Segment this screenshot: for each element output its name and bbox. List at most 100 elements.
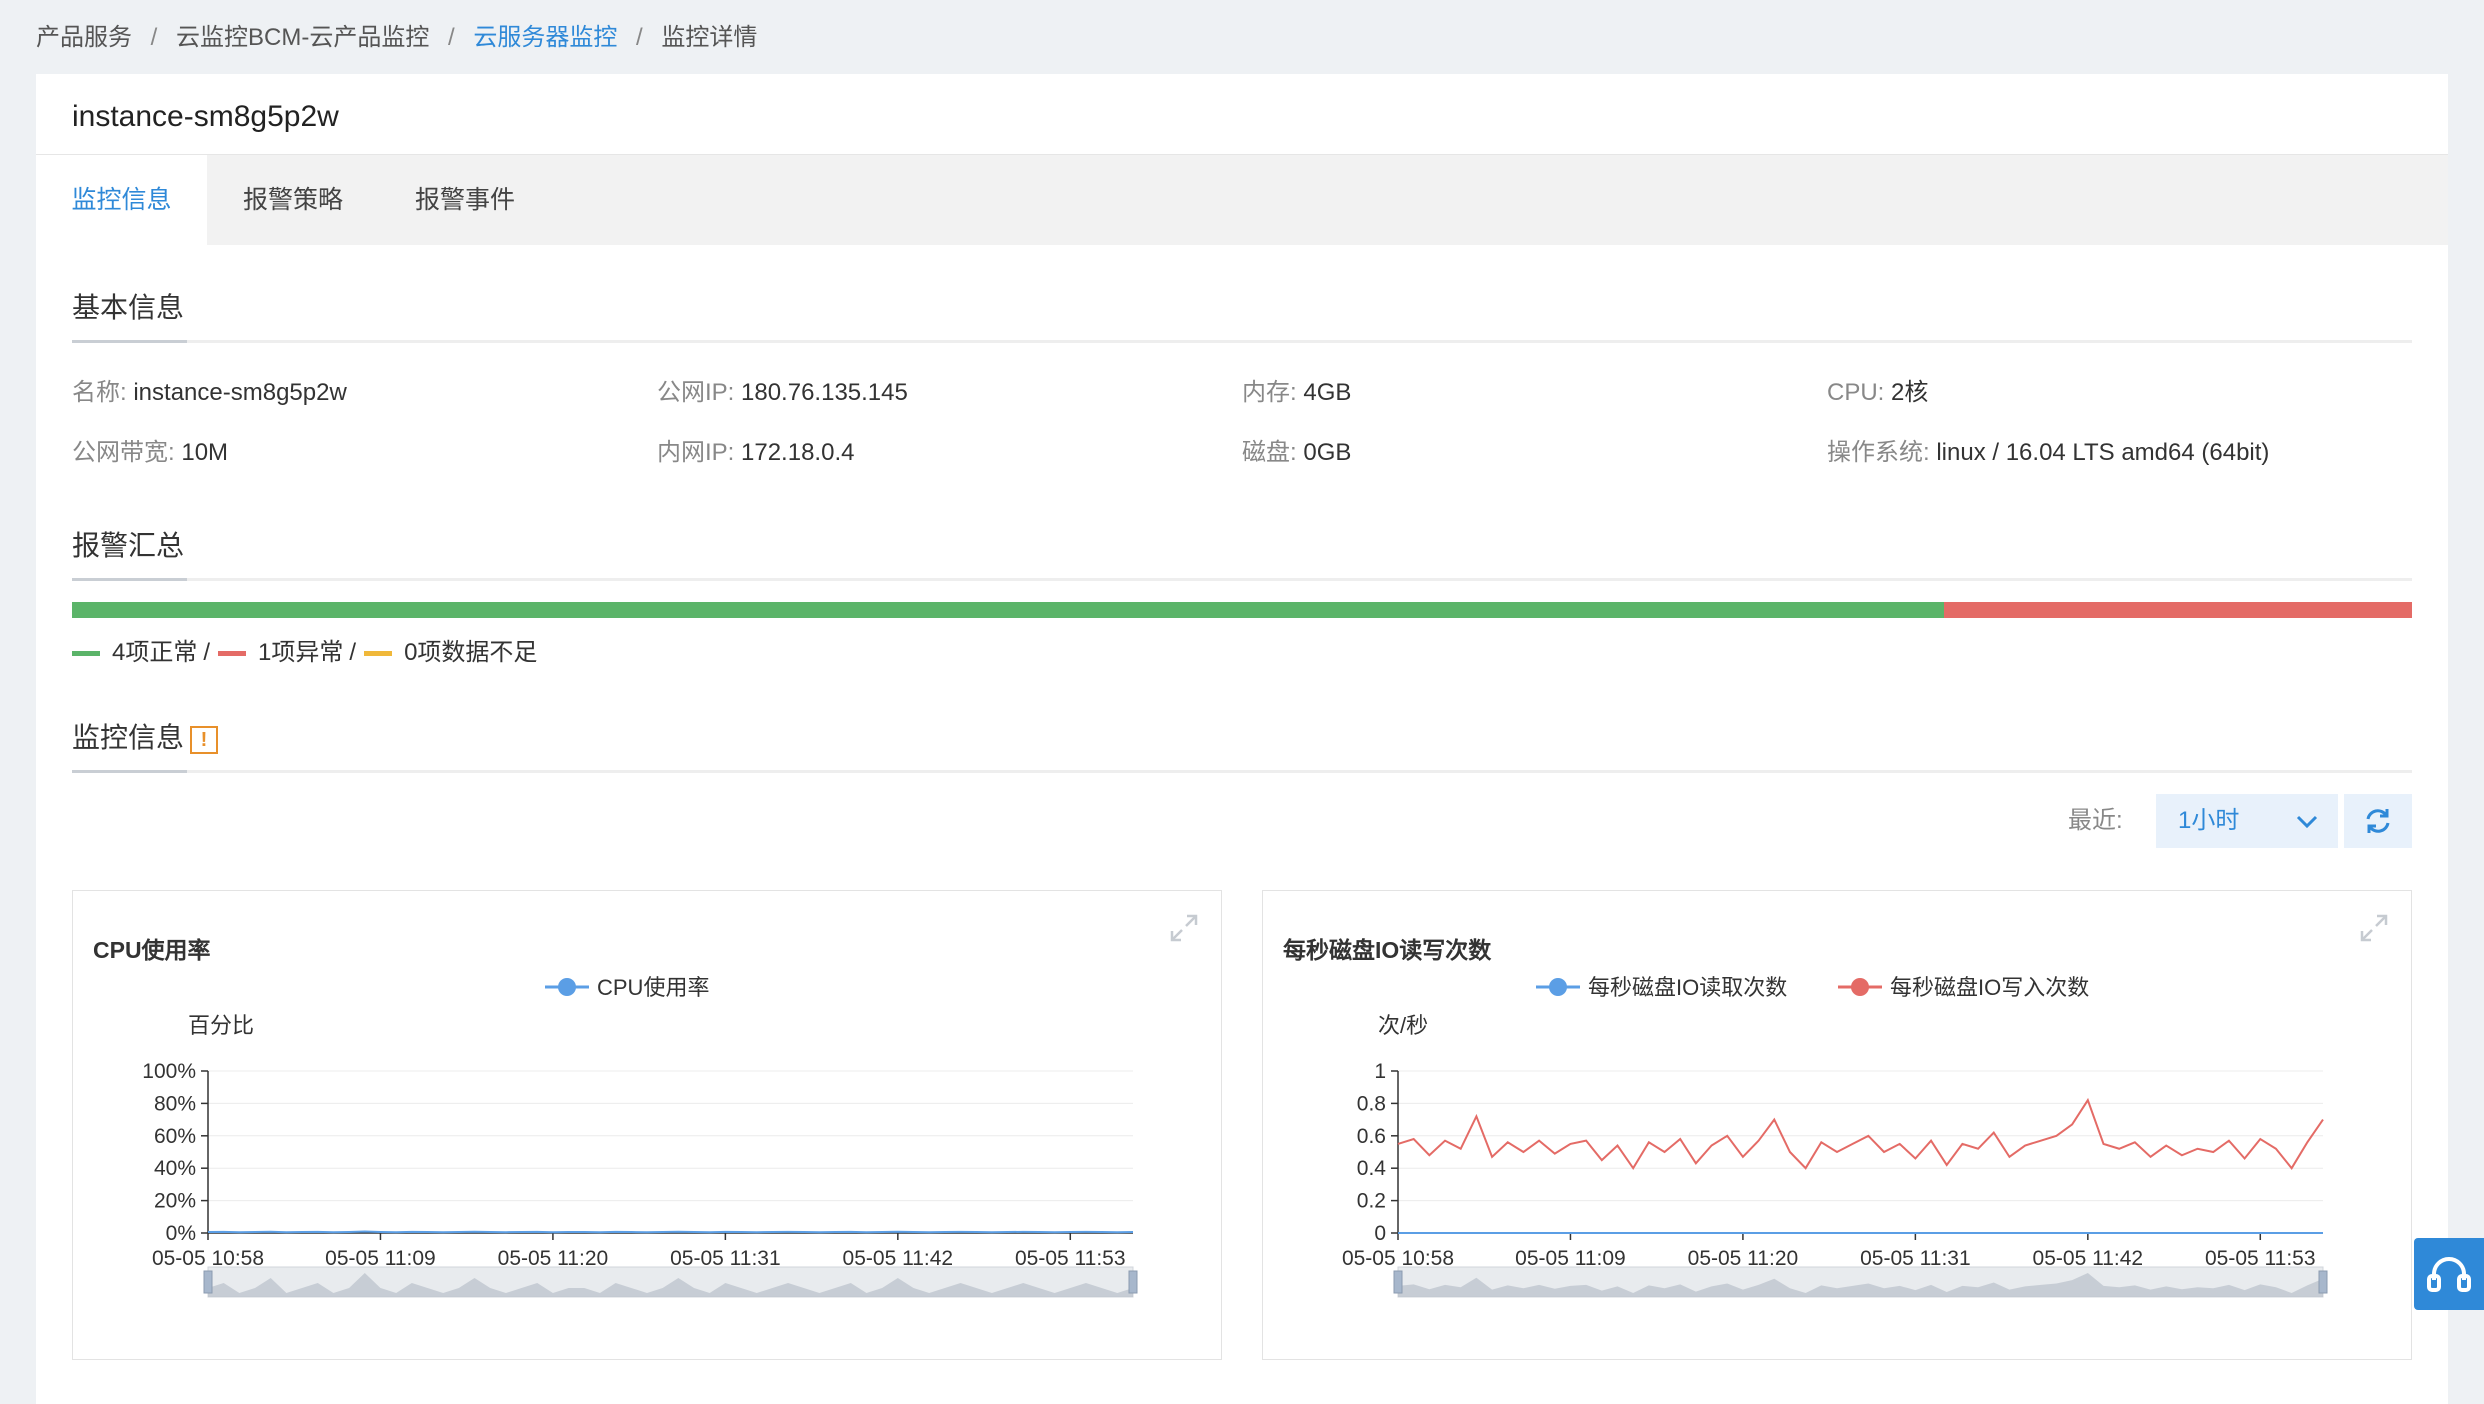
legend-label: 每秒磁盘IO读取次数: [1588, 975, 1787, 1000]
info-label: 内存:: [1242, 379, 1297, 406]
info-value: 2核: [1891, 379, 1929, 406]
section-divider: [72, 770, 2412, 773]
info-value: 0GB: [1303, 439, 1352, 466]
section-title-monitor-info: 监控信息!: [72, 718, 219, 758]
zoom-handle-left[interactable]: [203, 1270, 213, 1294]
zoom-handle-right[interactable]: [2318, 1270, 2328, 1294]
y-tick-label: 80%: [154, 1092, 196, 1115]
section-divider: [72, 340, 2412, 343]
legend-insufficient-label: 0项数据不足: [404, 639, 538, 666]
info-value: linux / 16.04 LTS amd64 (64bit): [1936, 439, 2270, 466]
chart-legend: CPU使用率: [545, 975, 709, 1000]
y-tick-label: 0.2: [1357, 1190, 1386, 1213]
legend-abnormal-label: 1项异常: [258, 639, 344, 666]
y-tick-label: 100%: [142, 1060, 196, 1083]
y-tick-label: 0.6: [1357, 1125, 1386, 1148]
breadcrumb-separator: /: [448, 24, 455, 51]
time-range-select[interactable]: 1小时: [2156, 794, 2338, 848]
info-label: 公网IP:: [657, 379, 735, 406]
chart-card-cpu: CPU使用率 CPU使用率 百分比 0% 20% 40% 60% 80% 100% 05-05 …: [72, 890, 1222, 1360]
info-label: 公网带宽:: [72, 439, 175, 466]
data-zoom-slider[interactable]: [203, 1266, 1138, 1298]
recent-label: 最近:: [2068, 807, 2123, 834]
info-value: 180.76.135.145: [741, 379, 908, 406]
chart-legend: 每秒磁盘IO读取次数 每秒磁盘IO写入次数: [1536, 975, 2089, 1000]
legend-dot-marker: [1549, 978, 1567, 996]
refresh-icon: [2366, 809, 2390, 833]
y-axis-label: 次/秒: [1378, 1013, 1428, 1038]
legend-normal-marker: [72, 650, 100, 656]
legend-normal-label: 4项正常: [112, 639, 198, 666]
legend-label: CPU使用率: [597, 975, 709, 1000]
info-private-ip: 内网IP: 172.18.0.4: [657, 436, 854, 470]
legend-separator: /: [349, 639, 357, 666]
info-value: 172.18.0.4: [741, 439, 855, 466]
section-title-text: 监控信息: [72, 722, 185, 753]
breadcrumb-separator: /: [636, 24, 643, 51]
alarm-bar-normal-segment: [72, 602, 1944, 618]
y-tick-label: 40%: [154, 1157, 196, 1180]
disk-io-chart: 每秒磁盘IO读取次数 每秒磁盘IO写入次数次/秒00.20.40.60.8105-…: [1342, 975, 2328, 1298]
legend-abnormal-marker: [218, 650, 247, 656]
chart-title: 每秒磁盘IO读写次数: [1283, 937, 1492, 963]
expand-icon[interactable]: [1169, 913, 1199, 948]
zoom-handle-left[interactable]: [1393, 1270, 1403, 1294]
tab-alarm-events[interactable]: 报警事件: [379, 155, 551, 245]
info-label: 磁盘:: [1242, 439, 1297, 466]
breadcrumb-item-bcm[interactable]: 云监控BCM-云产品监控: [176, 24, 429, 51]
tab-alarm-policy[interactable]: 报警策略: [207, 155, 379, 245]
info-bandwidth: 公网带宽: 10M: [72, 436, 228, 470]
y-tick-label: 20%: [154, 1190, 196, 1213]
legend-label: 每秒磁盘IO写入次数: [1890, 975, 2089, 1000]
y-tick-label: 1: [1374, 1060, 1386, 1083]
chart-card-disk-io: 每秒磁盘IO读写次数 每秒磁盘IO读取次数 每秒磁盘IO写入次数次/秒 0 0.2 0.…: [1262, 890, 2412, 1360]
breadcrumb-item-product-services[interactable]: 产品服务: [36, 24, 132, 51]
page-title: instance-sm8g5p2w: [72, 100, 339, 133]
data-zoom-slider[interactable]: [1393, 1266, 2328, 1298]
info-os: 操作系统: linux / 16.04 LTS amd64 (64bit): [1827, 436, 2269, 470]
legend-dot-marker: [1851, 978, 1869, 996]
tab-bar: 监控信息 报警策略 报警事件: [36, 155, 2448, 245]
section-divider: [72, 578, 2412, 581]
alarm-status-bar: [72, 602, 2412, 618]
info-memory: 内存: 4GB: [1242, 376, 1351, 410]
y-tick-label: 0%: [166, 1222, 196, 1245]
info-disk: 磁盘: 0GB: [1242, 436, 1351, 470]
warning-icon[interactable]: !: [190, 725, 219, 754]
zoom-handle-right[interactable]: [1128, 1270, 1138, 1294]
alarm-bar-abnormal-segment: [1944, 602, 2412, 618]
legend-dot-marker: [558, 978, 576, 996]
y-tick-label: 0.4: [1357, 1157, 1387, 1180]
chart-title: CPU使用率: [93, 937, 211, 963]
series-line-1: [207, 1230, 1134, 1234]
chevron-down-icon: [2296, 794, 2318, 868]
cpu-usage-chart: CPU使用率百分比0%20%40%60%80%100%05-05 10:58 05…: [142, 975, 1138, 1298]
info-value: 4GB: [1303, 379, 1352, 406]
alarm-legend: 4项正常 / 1项异常 / 0项数据不足: [72, 636, 537, 670]
breadcrumb: 产品服务 / 云监控BCM-云产品监控 / 云服务器监控 / 监控详情: [36, 18, 757, 58]
headset-icon: [2427, 1257, 2471, 1292]
time-range-value: 1小时: [2178, 807, 2240, 834]
breadcrumb-separator: /: [150, 24, 158, 51]
expand-icon[interactable]: [2359, 913, 2389, 948]
y-tick-label: 60%: [154, 1125, 196, 1148]
legend-insufficient-marker: [364, 650, 393, 656]
info-value: instance-sm8g5p2w: [133, 379, 347, 406]
y-tick-label: 0: [1374, 1222, 1386, 1245]
info-label: CPU:: [1827, 379, 1885, 406]
y-axis-label: 百分比: [188, 1013, 254, 1038]
support-button[interactable]: [2414, 1238, 2484, 1310]
info-value: 10M: [181, 439, 229, 466]
info-cpu: CPU: 2核: [1827, 376, 1928, 410]
tab-monitor-info[interactable]: 监控信息: [36, 155, 207, 245]
info-name: 名称: instance-sm8g5p2w: [72, 376, 347, 410]
section-title-basic-info: 基本信息: [72, 292, 185, 323]
breadcrumb-item-current: 监控详情: [661, 24, 758, 51]
section-title-alarm-summary: 报警汇总: [72, 530, 185, 561]
info-label: 操作系统:: [1827, 439, 1930, 466]
y-tick-label: 0.8: [1357, 1092, 1386, 1115]
info-label: 名称:: [72, 379, 127, 406]
info-label: 内网IP:: [657, 439, 735, 466]
breadcrumb-item-bcc-monitor[interactable]: 云服务器监控: [473, 24, 617, 51]
refresh-button[interactable]: [2344, 794, 2412, 848]
